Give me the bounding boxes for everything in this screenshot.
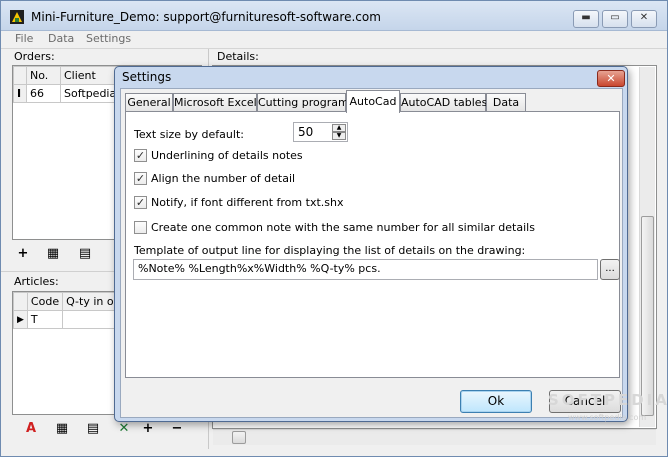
template-label: Template of output line for displaying t… xyxy=(134,244,526,257)
grid-icon: ▤ xyxy=(86,421,100,436)
order-no[interactable]: 66 xyxy=(26,84,61,103)
autocad-tab-page: Text size by default: 50 ▲ ▼ ✓ Underlini… xyxy=(125,111,620,378)
dialog-body: General Microsoft Excel Cutting programs… xyxy=(120,88,623,418)
app-icon xyxy=(10,10,24,24)
tab-microsoft-excel[interactable]: Microsoft Excel xyxy=(173,93,257,112)
tab-cutting-programs[interactable]: Cutting programs xyxy=(257,93,354,112)
underline-notes-checkbox[interactable]: ✓ xyxy=(134,149,147,162)
menu-file[interactable]: File xyxy=(15,31,33,47)
check-icon: ✓ xyxy=(135,172,146,185)
watermark-url: www.softpedia.com xyxy=(568,413,647,422)
text-size-label: Text size by default: xyxy=(134,128,244,141)
calculator-icon: ▦ xyxy=(55,421,69,436)
menu-bar: File Data Settings xyxy=(1,31,667,47)
align-number-label: Align the number of detail xyxy=(151,172,296,185)
ok-button[interactable]: Ok xyxy=(460,390,532,413)
dialog-close-button[interactable]: ✕ xyxy=(597,70,625,87)
articles-label: Articles: xyxy=(14,275,59,288)
watermark: SOFTPEDIA xyxy=(548,391,668,409)
minimize-icon: ▬ xyxy=(581,12,591,23)
excel-icon: ✕ xyxy=(118,421,130,436)
calculate-articles-button[interactable]: ▦ xyxy=(52,420,72,440)
tab-autocad-tables[interactable]: AutoCAD tables xyxy=(400,93,487,112)
orders-label: Orders: xyxy=(14,50,55,63)
spin-down-button[interactable]: ▼ xyxy=(332,132,346,140)
settings-dialog: Settings ✕ General Microsoft Excel Cutti… xyxy=(114,66,628,422)
dialog-title: Settings xyxy=(122,70,172,84)
calculator-icon: ▦ xyxy=(46,246,60,261)
details-label: Details: xyxy=(217,50,259,63)
minus-icon: − xyxy=(171,421,183,436)
add-order-button[interactable]: + xyxy=(13,245,33,265)
details-scroll-thumb[interactable] xyxy=(641,216,654,416)
grid-icon: ▤ xyxy=(78,246,92,261)
close-icon: ✕ xyxy=(639,12,649,23)
title-bar[interactable]: Mini-Furniture_Demo: support@furnitureso… xyxy=(1,1,667,31)
tab-general[interactable]: General xyxy=(125,93,173,112)
arrow-down-icon: ▼ xyxy=(336,132,342,139)
align-number-checkbox[interactable]: ✓ xyxy=(134,172,147,185)
check-icon: ✓ xyxy=(135,196,146,209)
spin-up-button[interactable]: ▲ xyxy=(332,124,346,132)
tab-data[interactable]: Data xyxy=(486,93,526,112)
grid-view-button[interactable]: ▤ xyxy=(75,245,95,265)
template-input[interactable]: %Note% %Length%x%Width% %Q-ty% pcs. xyxy=(133,259,598,280)
underline-notes-label: Underlining of details notes xyxy=(151,149,303,162)
notify-font-checkbox[interactable]: ✓ xyxy=(134,196,147,209)
tab-autocad[interactable]: AutoCad xyxy=(346,90,400,113)
text-icon: A xyxy=(25,421,37,436)
text-size-spinner[interactable]: 50 ▲ ▼ xyxy=(293,122,348,142)
common-note-checkbox[interactable] xyxy=(134,221,147,234)
plus-icon: + xyxy=(142,421,154,436)
details-horizontal-scrollbar[interactable] xyxy=(213,429,656,445)
minimize-button[interactable]: ▬ xyxy=(573,10,599,28)
close-button[interactable]: ✕ xyxy=(631,10,657,28)
notify-font-label: Notify, if font different from txt.shx xyxy=(151,196,344,209)
menu-data[interactable]: Data xyxy=(48,31,74,47)
maximize-icon: ▭ xyxy=(610,12,620,23)
text-size-value[interactable]: 50 xyxy=(298,125,313,139)
add-article-button[interactable]: + xyxy=(138,420,158,440)
calculate-button[interactable]: ▦ xyxy=(43,245,63,265)
remove-article-button[interactable]: − xyxy=(167,420,187,440)
close-icon: ✕ xyxy=(606,72,616,85)
export-excel-button[interactable]: ✕ xyxy=(114,420,134,440)
window-title: Mini-Furniture_Demo: support@furnitureso… xyxy=(31,10,381,24)
check-icon: ✓ xyxy=(135,149,146,162)
menu-settings[interactable]: Settings xyxy=(86,31,131,47)
text-settings-button[interactable]: A xyxy=(21,420,41,440)
details-hscroll-thumb[interactable] xyxy=(232,431,246,444)
row-indicator: I xyxy=(13,84,27,103)
plus-icon: + xyxy=(17,246,29,261)
common-note-label: Create one common note with the same num… xyxy=(151,221,535,234)
col-no[interactable]: No. xyxy=(26,66,61,85)
row-indicator: ▶ xyxy=(13,310,28,329)
browse-button[interactable]: ... xyxy=(600,259,620,280)
arrow-up-icon: ▲ xyxy=(336,124,342,131)
maximize-button[interactable]: ▭ xyxy=(602,10,628,28)
article-code[interactable]: T xyxy=(26,310,64,329)
grid-corner xyxy=(13,66,27,85)
grid-view-articles-button[interactable]: ▤ xyxy=(83,420,103,440)
menu-divider xyxy=(1,48,667,49)
grid-corner xyxy=(13,292,28,311)
col-code[interactable]: Code xyxy=(26,292,64,311)
